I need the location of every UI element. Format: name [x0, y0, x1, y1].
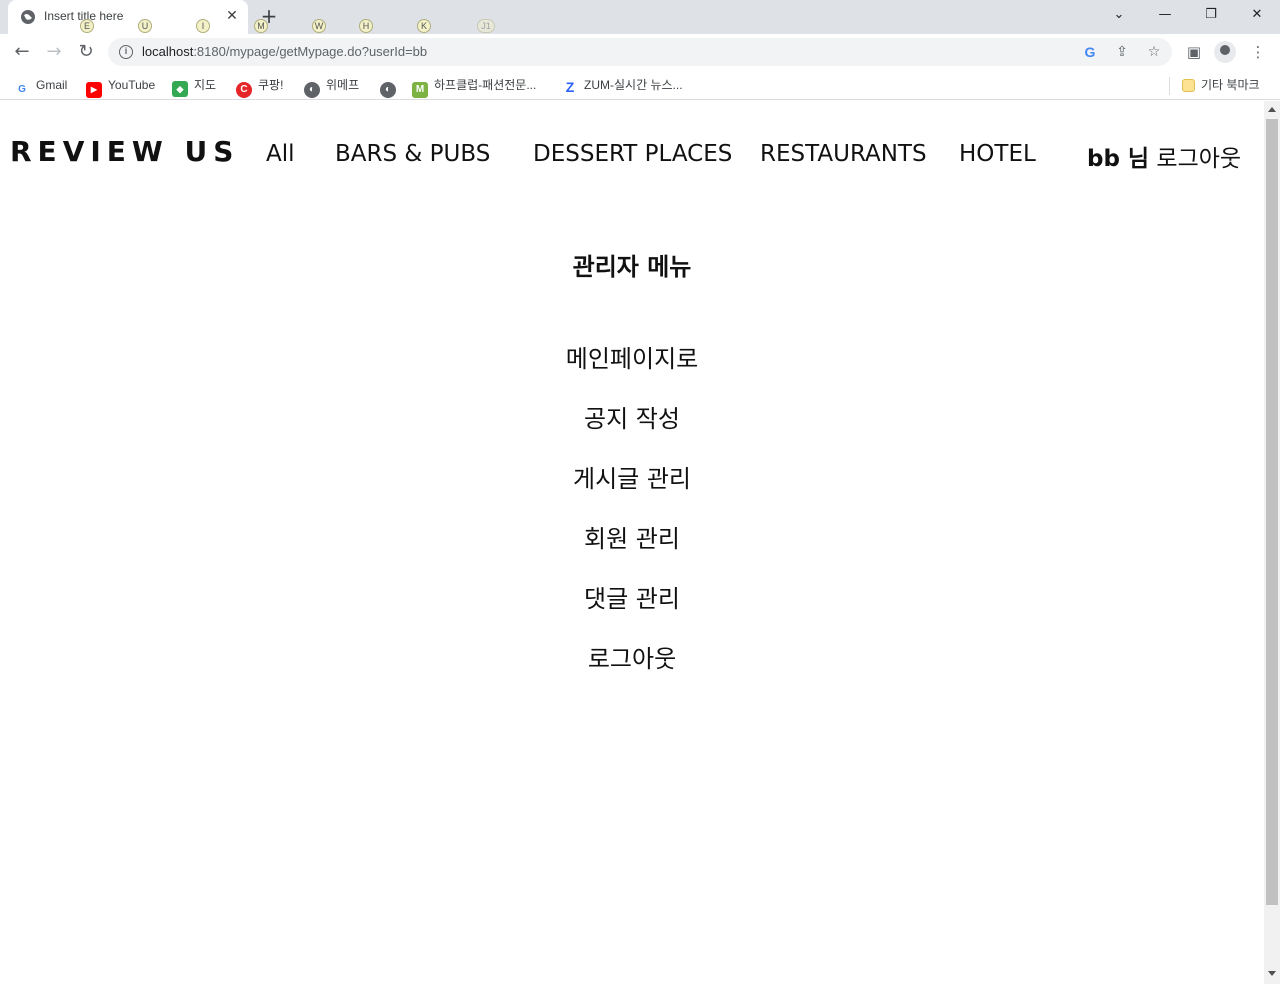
- vertical-scrollbar[interactable]: [1264, 101, 1280, 984]
- tab-strip: Insert title here ✕ + E U I M W H K J1 ⌄…: [0, 0, 1280, 34]
- menu-kebab-icon[interactable]: ⋮: [1248, 42, 1268, 62]
- admin-menu-title: 관리자 메뉴: [572, 253, 692, 281]
- share-icon[interactable]: ⇪: [1113, 43, 1131, 61]
- menu-logout[interactable]: 로그아웃: [0, 641, 1264, 701]
- browser-toolbar: ← → ↻ i localhost:8180/mypage/getMypage.…: [0, 34, 1280, 70]
- forward-icon[interactable]: →: [42, 40, 66, 64]
- nav-restaurants[interactable]: RESTAURANTS: [760, 141, 927, 167]
- bookmarks-bar: G Gmail ▶ YouTube ◆ 지도 C 쿠팡! ◐ 위메프 ◐ M 하프클럽-패션…: [0, 70, 1280, 100]
- link-hint: U: [138, 19, 152, 33]
- bookmark-coupang[interactable]: C 쿠팡!: [236, 76, 283, 98]
- scroll-down-icon[interactable]: [1268, 971, 1276, 976]
- google-translate-icon[interactable]: G: [1081, 43, 1099, 61]
- link-hint: W: [312, 19, 326, 33]
- site-logo[interactable]: REVIEW US: [10, 135, 239, 168]
- link-hint: H: [359, 19, 373, 33]
- globe-icon: [21, 10, 35, 24]
- coupang-icon: C: [236, 82, 252, 98]
- bookmark-maps[interactable]: ◆ 지도: [172, 76, 216, 97]
- bookmark-gmail[interactable]: G Gmail: [14, 76, 67, 95]
- nav-bars-pubs[interactable]: BARS & PUBS: [335, 141, 490, 167]
- link-hint: I: [196, 19, 210, 33]
- logout-link[interactable]: 로그아웃: [1156, 146, 1241, 172]
- profile-avatar[interactable]: [1214, 41, 1236, 63]
- active-tab[interactable]: Insert title here ✕: [8, 0, 248, 34]
- youtube-icon: ▶: [86, 82, 102, 98]
- side-panel-icon[interactable]: ▣: [1184, 42, 1204, 62]
- bookmark-youtube[interactable]: ▶ YouTube: [86, 76, 155, 98]
- bookmark-halfclub[interactable]: M 하프클럽-패션전문...: [412, 76, 536, 98]
- menu-manage-comments[interactable]: 댓글 관리: [0, 581, 1264, 641]
- nav-all[interactable]: All: [266, 141, 295, 167]
- other-bookmarks[interactable]: 기타 북마크: [1182, 76, 1260, 94]
- minimize-icon[interactable]: —: [1152, 4, 1178, 26]
- link-hint: E: [80, 19, 94, 33]
- link-hint: M: [254, 19, 268, 33]
- url-text[interactable]: localhost:8180/mypage/getMypage.do?userI…: [142, 44, 427, 59]
- tab-search-icon[interactable]: ⌄: [1106, 4, 1132, 26]
- address-bar[interactable]: i localhost:8180/mypage/getMypage.do?use…: [108, 38, 1172, 66]
- google-icon: G: [18, 84, 26, 95]
- bookmark-unnamed[interactable]: ◐: [380, 76, 402, 98]
- menu-write-notice[interactable]: 공지 작성: [0, 401, 1264, 461]
- link-hint: K: [417, 19, 431, 33]
- nav-hotel[interactable]: HOTEL: [959, 141, 1036, 167]
- close-window-icon[interactable]: ✕: [1244, 4, 1270, 26]
- reload-icon[interactable]: ↻: [74, 40, 98, 64]
- maps-icon: ◆: [172, 81, 188, 97]
- halfclub-icon: M: [412, 82, 428, 98]
- link-hint: J1: [477, 19, 495, 33]
- site-info-icon[interactable]: i: [119, 45, 133, 59]
- zum-icon: Z: [565, 79, 575, 95]
- bookmark-separator: [1169, 77, 1170, 95]
- menu-manage-posts[interactable]: 게시글 관리: [0, 461, 1264, 521]
- admin-menu: 메인페이지로 공지 작성 게시글 관리 회원 관리 댓글 관리 로그아웃: [0, 341, 1264, 701]
- page-viewport: REVIEW US All BARS & PUBS DESSERT PLACES…: [0, 101, 1264, 984]
- globe-icon: ◐: [304, 82, 320, 98]
- nav-dessert-places[interactable]: DESSERT PLACES: [533, 141, 732, 167]
- restore-icon[interactable]: ❐: [1198, 4, 1224, 26]
- scroll-up-icon[interactable]: [1268, 107, 1276, 112]
- scroll-thumb[interactable]: [1266, 119, 1278, 905]
- close-tab-icon[interactable]: ✕: [224, 8, 240, 24]
- menu-manage-members[interactable]: 회원 관리: [0, 521, 1264, 581]
- bookmark-zum[interactable]: Z ZUM-실시간 뉴스...: [562, 76, 683, 95]
- user-area: bb 님 로그아웃: [1087, 139, 1241, 173]
- globe-icon: ◐: [380, 82, 396, 98]
- menu-main-page[interactable]: 메인페이지로: [0, 341, 1264, 401]
- bookmark-star-icon[interactable]: ☆: [1145, 43, 1163, 61]
- user-greeting: bb 님: [1087, 146, 1150, 172]
- folder-icon: [1182, 79, 1195, 92]
- back-icon[interactable]: ←: [10, 40, 34, 64]
- bookmark-wemakeprice[interactable]: ◐ 위메프: [304, 76, 359, 98]
